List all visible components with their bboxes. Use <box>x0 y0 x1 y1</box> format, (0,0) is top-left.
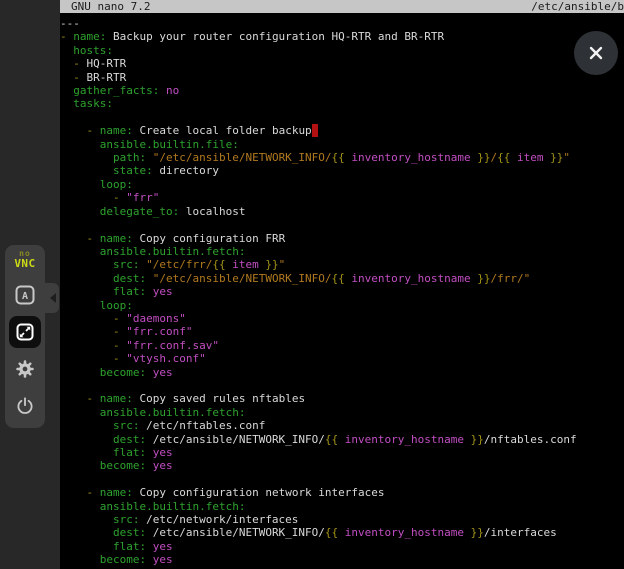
code-line: gather_facts: no <box>60 84 624 97</box>
code-line: - "daemons" <box>60 312 624 325</box>
code-line <box>60 111 624 124</box>
fullscreen-button[interactable] <box>9 316 41 348</box>
power-icon <box>14 395 36 417</box>
code-line: - name: Copy configuration network inter… <box>60 486 624 499</box>
code-line: delegate_to: localhost <box>60 205 624 218</box>
editor-content[interactable]: ---- name: Backup your router configurat… <box>60 13 624 565</box>
text-cursor <box>312 124 319 137</box>
novnc-control-bar: no VNC A <box>5 245 45 428</box>
code-line: loop: <box>60 178 624 191</box>
code-line: - "frr.conf" <box>60 325 624 338</box>
code-line: - name: Copy saved rules nftables <box>60 392 624 405</box>
code-line: ansible.builtin.fetch: <box>60 245 624 258</box>
code-line <box>60 218 624 231</box>
keyboard-a-icon: A <box>13 283 37 307</box>
extra-keys-button[interactable]: A <box>9 279 41 311</box>
code-line: ansible.builtin.fetch: <box>60 406 624 419</box>
code-line: src: /etc/nftables.conf <box>60 419 624 432</box>
chevron-left-icon <box>45 293 56 303</box>
code-line: ansible.builtin.fetch: <box>60 500 624 513</box>
code-line: flat: yes <box>60 446 624 459</box>
settings-button[interactable] <box>9 353 41 385</box>
code-line: src: "/etc/frr/{{ item }}" <box>60 258 624 271</box>
fullscreen-icon <box>13 320 37 344</box>
nano-app-title: GNU nano 7.2 <box>71 0 150 13</box>
code-line <box>60 473 624 486</box>
code-line: - "frr" <box>60 191 624 204</box>
code-line: - name: Copy configuration FRR <box>60 232 624 245</box>
novnc-logo-bottom: VNC <box>14 258 35 269</box>
code-line: become: yes <box>60 553 624 565</box>
control-bar-handle[interactable] <box>45 283 59 313</box>
code-line: become: yes <box>60 459 624 472</box>
code-line: ansible.builtin.file: <box>60 138 624 151</box>
code-line <box>60 379 624 392</box>
code-line: hosts: <box>60 44 624 57</box>
nano-file-path: /etc/ansible/b <box>531 0 624 13</box>
code-line: src: /etc/network/interfaces <box>60 513 624 526</box>
code-line: dest: "/etc/ansible/NETWORK_INFO/{{ inve… <box>60 272 624 285</box>
close-button[interactable] <box>574 31 618 75</box>
nano-titlebar: GNU nano 7.2 /etc/ansible/b <box>60 0 624 13</box>
code-line: state: directory <box>60 164 624 177</box>
close-icon <box>586 43 606 63</box>
code-line: tasks: <box>60 97 624 110</box>
gear-icon <box>14 358 36 380</box>
code-line: flat: yes <box>60 540 624 553</box>
code-line: dest: /etc/ansible/NETWORK_INFO/{{ inven… <box>60 526 624 539</box>
code-line: flat: yes <box>60 285 624 298</box>
code-line: loop: <box>60 299 624 312</box>
code-line: - HQ-RTR <box>60 57 624 70</box>
svg-text:A: A <box>22 291 28 302</box>
code-line: path: "/etc/ansible/NETWORK_INFO/{{ inve… <box>60 151 624 164</box>
code-line: become: yes <box>60 366 624 379</box>
novnc-logo: no VNC <box>14 250 35 269</box>
code-line: dest: /etc/ansible/NETWORK_INFO/{{ inven… <box>60 433 624 446</box>
code-line: --- <box>60 17 624 30</box>
code-line: - "vtysh.conf" <box>60 352 624 365</box>
screen: no VNC A <box>0 0 624 569</box>
code-line: - name: Create local folder backup <box>60 124 624 137</box>
code-line: - BR-RTR <box>60 71 624 84</box>
code-line: - name: Backup your router configuration… <box>60 30 624 43</box>
terminal-window: GNU nano 7.2 /etc/ansible/b ---- name: B… <box>60 0 624 569</box>
power-button[interactable] <box>9 390 41 422</box>
code-line: - "frr.conf.sav" <box>60 339 624 352</box>
